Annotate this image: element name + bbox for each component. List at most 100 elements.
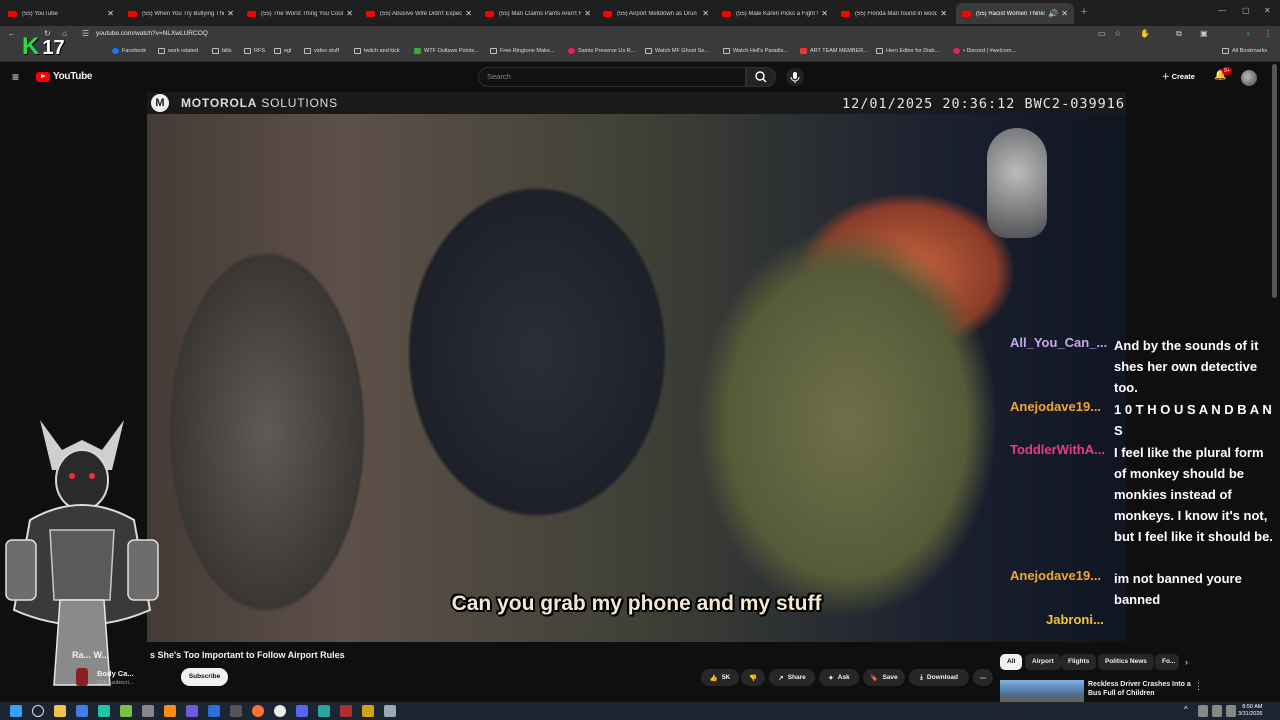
- page-scrollbar[interactable]: [1272, 64, 1277, 298]
- more-actions-button[interactable]: ⋯: [973, 669, 993, 686]
- extensions-puzzle-icon[interactable]: ⧉: [1176, 29, 1182, 39]
- firefox-icon[interactable]: [252, 705, 264, 717]
- app-icon[interactable]: [362, 705, 374, 717]
- battery-icon[interactable]: [1226, 705, 1236, 717]
- url-field[interactable]: youtube.com/watch?v=NLXwLURCOQ: [96, 30, 208, 37]
- browser-tab[interactable]: (55) Male Karen Picks a Fight W ✕: [716, 3, 834, 24]
- browser-tab[interactable]: (55) Florida Man found in wood ✕: [835, 3, 953, 24]
- close-icon[interactable]: ✕: [821, 9, 828, 18]
- browser-tab[interactable]: (55) Airport Meltdown as Drun ✕: [597, 3, 715, 24]
- back-icon[interactable]: ←: [8, 29, 16, 38]
- browser-tab[interactable]: (55) YouTube ✕: [2, 3, 120, 24]
- bookmark[interactable]: Hero Editor for Diab...: [876, 48, 939, 54]
- youtube-logo[interactable]: YouTube: [36, 71, 93, 82]
- subscribe-button[interactable]: Subscribe: [181, 668, 228, 686]
- app-icon[interactable]: [120, 705, 132, 717]
- save-button[interactable]: 🔖 Save: [863, 669, 905, 686]
- close-icon[interactable]: ✕: [465, 9, 472, 18]
- download-button[interactable]: ⤓ Download: [909, 669, 969, 686]
- network-icon[interactable]: [1198, 705, 1208, 717]
- bookmark-folder[interactable]: RFS: [244, 48, 265, 54]
- app-icon[interactable]: [98, 705, 110, 717]
- channel-name[interactable]: Body Ca...: [97, 669, 134, 678]
- close-icon[interactable]: ✕: [584, 9, 591, 18]
- settings-icon[interactable]: [384, 705, 396, 717]
- bookmark[interactable]: Facebook: [112, 48, 146, 54]
- bookmark[interactable]: Saints Preserve Us R...: [568, 48, 635, 54]
- search-button[interactable]: [746, 67, 776, 87]
- close-icon[interactable]: ✕: [1061, 9, 1068, 18]
- browser-tab[interactable]: (55) Abusive Wife Didn't Expect ✕: [360, 3, 478, 24]
- browser-tab[interactable]: (55) When You Try Bullying The ✕: [122, 3, 240, 24]
- close-icon[interactable]: ✕: [227, 9, 234, 18]
- ask-button[interactable]: ✦ Ask: [819, 669, 859, 686]
- recommendation-thumbnail[interactable]: [1000, 680, 1084, 704]
- volume-icon[interactable]: [1212, 705, 1222, 717]
- speaker-icon[interactable]: 🔊: [1048, 9, 1058, 18]
- share-button[interactable]: ↗ Share: [769, 669, 815, 686]
- window-close-icon[interactable]: ✕: [1264, 6, 1271, 15]
- bookmark[interactable]: ART TEAM MEMBER...: [800, 48, 868, 54]
- browser-tab[interactable]: (55) Man Claims Pants Aren't H ✕: [479, 3, 597, 24]
- bookmark[interactable]: WTF Outlaws Points...: [414, 48, 479, 54]
- chevron-right-icon[interactable]: ›: [1185, 657, 1188, 667]
- bookmark[interactable]: Watch Hell's Paradis...: [723, 48, 788, 54]
- close-icon[interactable]: ✕: [107, 9, 114, 18]
- bookmark-folder[interactable]: bills: [212, 48, 231, 54]
- close-icon[interactable]: ✕: [702, 9, 709, 18]
- chip-airport[interactable]: Airport: [1025, 654, 1061, 670]
- browser-tab-active[interactable]: (55) Racist Women Thinks Sh🔊✕: [956, 3, 1074, 24]
- video-player[interactable]: M MOTOROLA SOLUTIONS 12/01/2025 20:36:12…: [147, 92, 1126, 642]
- dislike-button[interactable]: 👎: [741, 669, 765, 686]
- app-icon[interactable]: [76, 705, 88, 717]
- sidepanel-icon[interactable]: ▣: [1200, 29, 1208, 38]
- kebab-menu-icon[interactable]: ⋮: [1264, 29, 1272, 38]
- close-icon[interactable]: ✕: [940, 9, 947, 18]
- file-explorer-icon[interactable]: [54, 705, 66, 717]
- chip-politics-news[interactable]: Politics News: [1098, 654, 1154, 670]
- bookmark-folder[interactable]: video stuff: [304, 48, 339, 54]
- chip-more[interactable]: Fo...: [1155, 654, 1179, 670]
- tray-arrow-icon[interactable]: ^: [1184, 705, 1192, 717]
- voice-search-button[interactable]: [786, 68, 804, 86]
- chrome-icon[interactable]: [274, 705, 286, 717]
- profile-icon[interactable]: ●: [1246, 29, 1251, 38]
- windows-start-icon[interactable]: [10, 705, 22, 717]
- minimize-icon[interactable]: —: [1218, 6, 1226, 15]
- bookmark[interactable]: Free Ringtone Make...: [490, 48, 554, 54]
- bookmark-folder[interactable]: egl: [274, 48, 291, 54]
- like-button[interactable]: 👍 5K: [701, 669, 739, 686]
- extension-icon[interactable]: ✋: [1140, 29, 1150, 38]
- browser-tab[interactable]: (55) The Worst Thing You Could ✕: [241, 3, 359, 24]
- system-clock[interactable]: 8:50 AM 3/31/2026: [1238, 704, 1262, 718]
- bookmark-folder[interactable]: twitch and kick: [354, 48, 400, 54]
- app-icon[interactable]: [340, 705, 352, 717]
- close-icon[interactable]: ✕: [346, 9, 353, 18]
- chip-flights[interactable]: Flights: [1061, 654, 1097, 670]
- bookmark[interactable]: • Discord | #welcom...: [953, 48, 1016, 54]
- app-icon[interactable]: [230, 705, 242, 717]
- channel-avatar[interactable]: [76, 668, 88, 686]
- discord-icon[interactable]: [296, 705, 308, 717]
- app-icon[interactable]: [186, 705, 198, 717]
- site-info-icon[interactable]: ☰: [82, 29, 89, 38]
- app-icon[interactable]: [208, 705, 220, 717]
- bookmark-folder[interactable]: work related: [158, 48, 198, 54]
- all-bookmarks[interactable]: All Bookmarks: [1222, 48, 1267, 54]
- app-icon[interactable]: [142, 705, 154, 717]
- recommendation-menu-icon[interactable]: ⋮: [1194, 681, 1203, 692]
- app-icon[interactable]: [164, 705, 176, 717]
- account-avatar[interactable]: [1241, 70, 1257, 86]
- search-input[interactable]: Search: [478, 67, 746, 87]
- maximize-icon[interactable]: ▢: [1242, 6, 1250, 15]
- app-icon[interactable]: [318, 705, 330, 717]
- cast-icon[interactable]: ▭: [1098, 29, 1106, 38]
- taskbar-search-icon[interactable]: [32, 705, 44, 717]
- bookmark[interactable]: Watch MF Ghost Se...: [645, 48, 709, 54]
- create-button[interactable]: ＋ Create: [1162, 71, 1195, 82]
- hamburger-menu-icon[interactable]: ≡: [12, 70, 19, 84]
- recommendation-title[interactable]: Reckless Driver Crashes Into a Bus Full …: [1088, 680, 1196, 698]
- bookmark-star-icon[interactable]: ☆: [1114, 29, 1121, 38]
- new-tab-icon[interactable]: ＋: [1080, 6, 1088, 17]
- chip-all[interactable]: All: [1000, 654, 1023, 670]
